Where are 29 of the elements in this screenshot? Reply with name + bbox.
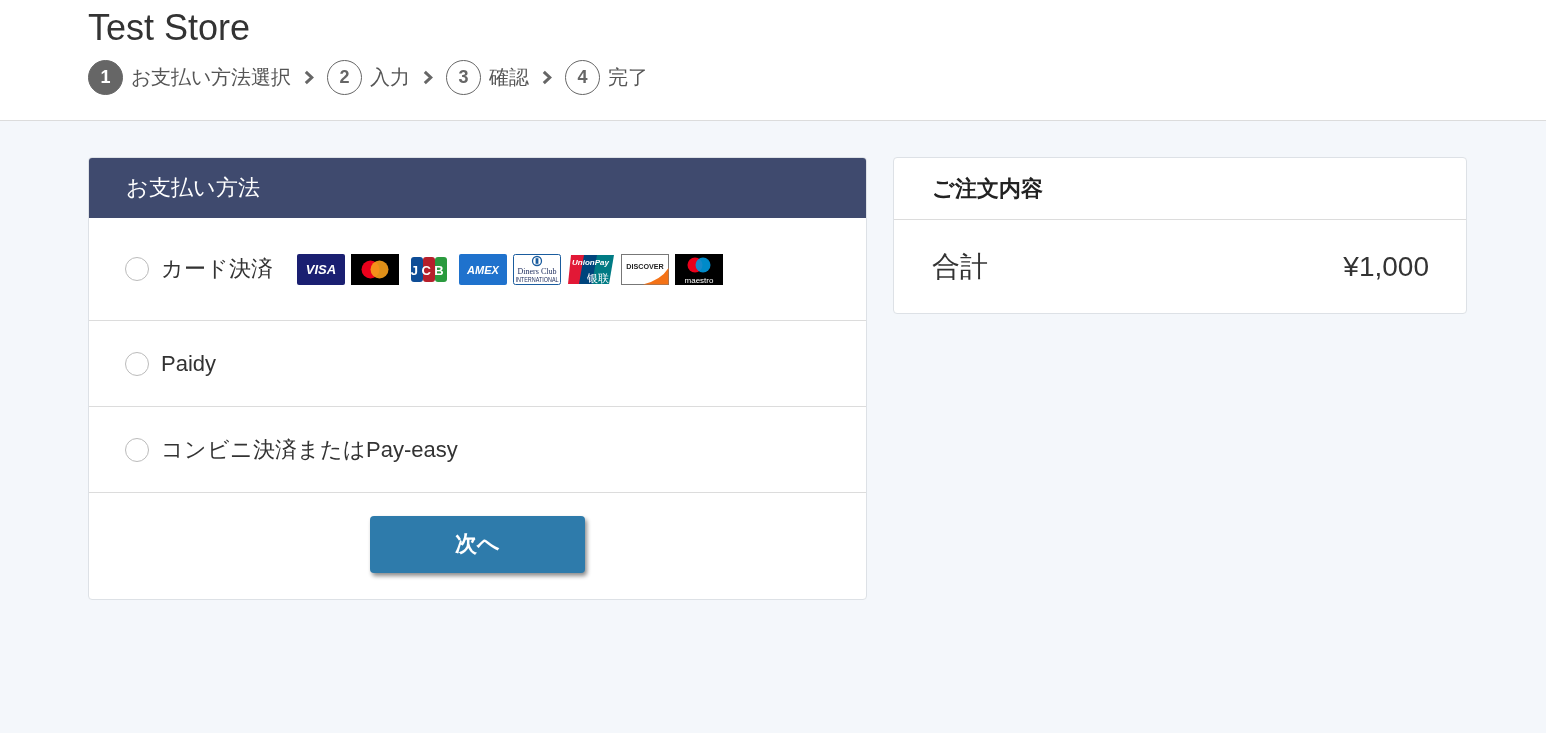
step-label: 完了 <box>608 65 648 90</box>
payment-option-label: Paidy <box>161 350 217 377</box>
chevron-icon <box>542 70 552 85</box>
payment-title: お支払い方法 <box>126 174 260 202</box>
card-logo-icon <box>351 253 399 285</box>
payment-option-label: カード決済 <box>161 255 273 283</box>
step-number: 3 <box>446 60 481 95</box>
radio-button[interactable] <box>125 437 149 462</box>
order-summary-title: ご注文内容 <box>932 174 1044 203</box>
chevron-icon <box>423 70 433 85</box>
payment-option[interactable]: Paidy <box>89 321 867 407</box>
total-value: ¥1,000 <box>1343 250 1429 283</box>
step-number: 4 <box>565 60 600 95</box>
payment-option-label: コンビニ決済またはPay-easy <box>161 435 458 464</box>
step-label: お支払い方法選択 <box>131 65 291 90</box>
radio-button[interactable] <box>125 351 149 376</box>
payment-option[interactable]: コンビニ決済またはPay-easy <box>89 407 867 493</box>
store-name: Test Store <box>88 6 252 50</box>
card-logo-icon: AMEX <box>459 253 507 285</box>
radio-button[interactable] <box>125 257 149 281</box>
card-logo-icon: maestro <box>675 253 723 285</box>
card-logo-icon: VISA <box>297 253 345 285</box>
chevron-icon <box>304 70 314 85</box>
step-label: 確認 <box>489 65 529 90</box>
next-button[interactable]: 次へ <box>370 515 586 573</box>
total-label: 合計 <box>932 249 989 284</box>
step-label: 入力 <box>370 65 410 90</box>
step-number: 1 <box>88 60 123 95</box>
step-number: 2 <box>327 60 362 95</box>
